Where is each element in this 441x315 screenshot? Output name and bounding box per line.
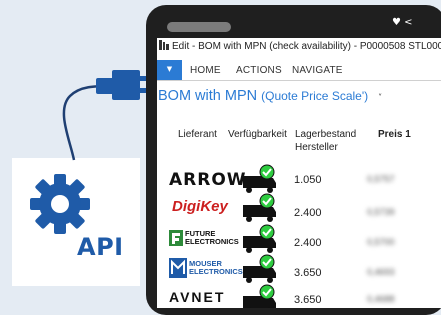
apps-grid-icon [159,40,169,50]
notch-pill [167,22,231,32]
page-title-sub: (Quote Price Scale') [261,89,369,103]
stock-value: 3.650 [294,294,322,306]
phone-screen: Edit - BOM with MPN (check availability)… [157,38,441,308]
menu-dropdown-icon[interactable]: ▼ [157,60,182,80]
stock-value: 2.400 [294,207,322,219]
api-label: API [77,233,124,261]
price-value: 0,4693 [367,267,395,277]
gear-icon [30,174,90,234]
col-price[interactable]: Preis 1 [378,128,411,141]
page-title[interactable]: BOM with MPN (Quote Price Scale') ˅ [158,88,382,104]
price-value: 0,5700 [367,237,395,247]
nav-home[interactable]: HOME [190,65,221,76]
truck-available-icon [243,224,276,253]
stock-value: 2.400 [294,237,322,249]
nav-bar: ▼ HOME ACTIONS NAVIGATE [157,60,441,81]
nav-actions[interactable]: ACTIONS [236,65,282,76]
col-stock[interactable]: Lagerbestand Hersteller [295,128,365,154]
table-row[interactable]: AVNET 3.650 0,4688 [157,284,441,308]
mouser-logo: MOUSER ELECTRONICS [189,259,243,276]
col-supplier[interactable]: Lieferant [178,128,217,141]
window-title: Edit - BOM with MPN (check availability)… [172,41,441,52]
status-icons: ♥ < [392,17,413,28]
truck-available-icon [243,284,276,308]
price-value: 0,5757 [367,174,395,184]
stock-value: 1.050 [294,174,322,186]
truck-available-icon [243,164,276,193]
chevron-down-icon[interactable]: ˅ [378,93,382,102]
stock-value: 3.650 [294,267,322,279]
usb-cable-icon [62,70,148,161]
truck-available-icon [243,254,276,283]
digikey-logo: DigiKey [172,198,228,215]
col-availability[interactable]: Verfügbarkeit [228,128,287,141]
price-value: 0,5739 [367,207,395,217]
page-title-main: BOM with MPN [158,88,258,104]
table-row[interactable]: MOUSER ELECTRONICS 3.650 0,4693 [157,254,441,290]
arrow-logo: ARROW [169,170,247,190]
nav-navigate[interactable]: NAVIGATE [292,65,343,76]
future-logo-icon [169,230,183,246]
truck-available-icon [243,193,276,222]
window-titlebar: Edit - BOM with MPN (check availability)… [157,38,441,58]
future-logo: FUTURE ELECTRONICS [185,229,239,246]
mouser-logo-icon [169,258,187,278]
